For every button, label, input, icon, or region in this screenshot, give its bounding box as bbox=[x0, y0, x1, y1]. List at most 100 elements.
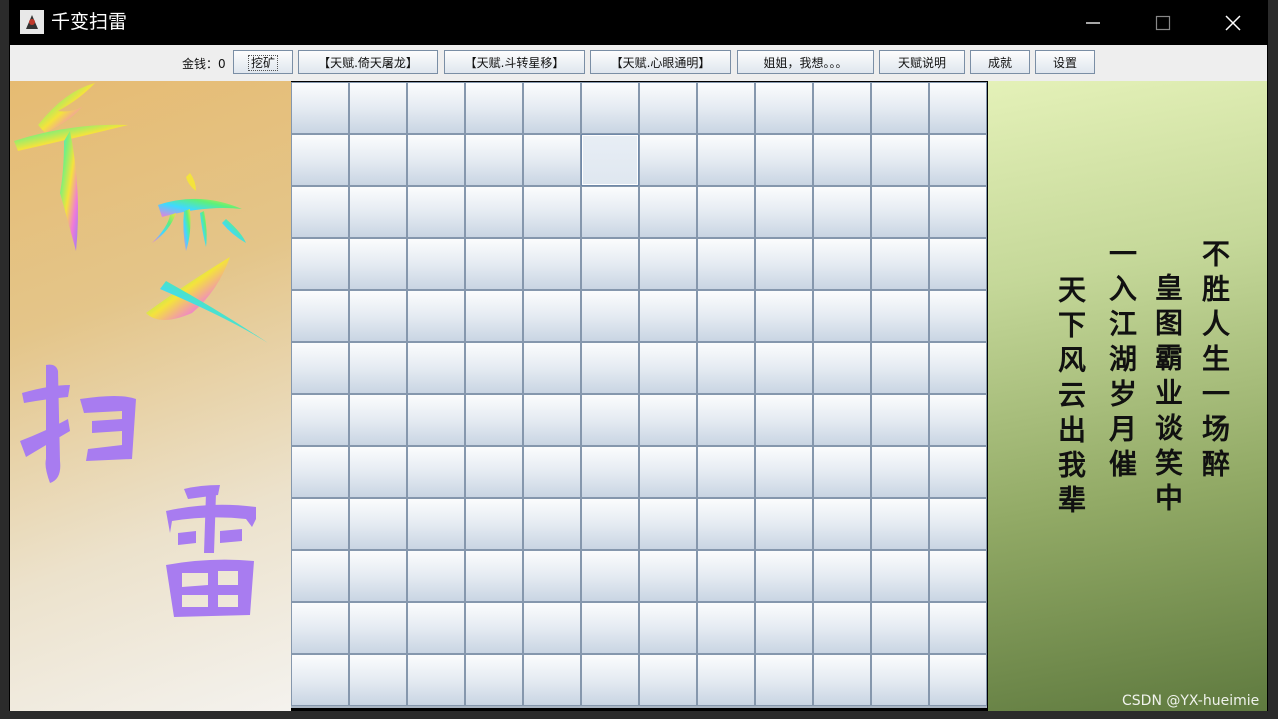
mine-cell[interactable] bbox=[523, 602, 581, 654]
mine-cell[interactable] bbox=[291, 550, 349, 602]
mine-cell[interactable] bbox=[929, 238, 987, 290]
mine-cell[interactable] bbox=[639, 82, 697, 134]
mine-cell[interactable] bbox=[465, 82, 523, 134]
mine-cell[interactable] bbox=[929, 446, 987, 498]
mine-cell[interactable] bbox=[465, 446, 523, 498]
mine-cell[interactable] bbox=[407, 446, 465, 498]
mine-cell[interactable] bbox=[697, 238, 755, 290]
mine-cell[interactable] bbox=[929, 602, 987, 654]
mine-cell[interactable] bbox=[697, 654, 755, 706]
mine-cell[interactable] bbox=[871, 550, 929, 602]
mine-cell[interactable] bbox=[813, 550, 871, 602]
mine-cell[interactable] bbox=[523, 134, 581, 186]
mine-cell[interactable] bbox=[813, 238, 871, 290]
mine-cell[interactable] bbox=[755, 654, 813, 706]
mine-cell[interactable] bbox=[639, 290, 697, 342]
mine-cell[interactable] bbox=[523, 82, 581, 134]
mine-cell[interactable] bbox=[639, 186, 697, 238]
mine-cell[interactable] bbox=[349, 394, 407, 446]
mine-cell[interactable] bbox=[291, 446, 349, 498]
mine-cell[interactable] bbox=[407, 550, 465, 602]
mine-cell[interactable] bbox=[465, 342, 523, 394]
mine-cell[interactable] bbox=[755, 238, 813, 290]
talent-help-button[interactable]: 天赋说明 bbox=[879, 50, 965, 74]
mine-cell[interactable] bbox=[523, 186, 581, 238]
mine-cell[interactable] bbox=[523, 394, 581, 446]
mine-cell[interactable] bbox=[523, 498, 581, 550]
mine-cell[interactable] bbox=[291, 602, 349, 654]
maximize-button[interactable] bbox=[1128, 0, 1198, 45]
mine-cell[interactable] bbox=[871, 394, 929, 446]
mine-cell[interactable] bbox=[349, 342, 407, 394]
mine-cell[interactable] bbox=[291, 134, 349, 186]
mine-cell[interactable] bbox=[697, 446, 755, 498]
mine-cell[interactable] bbox=[697, 82, 755, 134]
mine-cell[interactable] bbox=[697, 290, 755, 342]
mine-cell[interactable] bbox=[929, 498, 987, 550]
mine-cell[interactable] bbox=[465, 290, 523, 342]
mine-cell[interactable] bbox=[581, 602, 639, 654]
sister-wish-button[interactable]: 姐姐，我想。。。 bbox=[737, 50, 874, 74]
mine-cell[interactable] bbox=[465, 394, 523, 446]
mine-cell[interactable] bbox=[813, 602, 871, 654]
mine-cell[interactable] bbox=[813, 394, 871, 446]
mine-cell[interactable] bbox=[813, 654, 871, 706]
mine-cell[interactable] bbox=[755, 290, 813, 342]
mine-cell[interactable] bbox=[523, 654, 581, 706]
mine-cell[interactable] bbox=[639, 238, 697, 290]
mine-cell[interactable] bbox=[349, 602, 407, 654]
mine-cell[interactable] bbox=[407, 498, 465, 550]
mine-cell[interactable] bbox=[581, 498, 639, 550]
mine-cell[interactable] bbox=[697, 342, 755, 394]
mine-cell[interactable] bbox=[291, 186, 349, 238]
mine-cell[interactable] bbox=[871, 446, 929, 498]
mine-cell[interactable] bbox=[813, 446, 871, 498]
mine-cell[interactable] bbox=[581, 394, 639, 446]
mine-cell[interactable] bbox=[697, 134, 755, 186]
mine-cell[interactable] bbox=[581, 550, 639, 602]
mine-cell[interactable] bbox=[465, 186, 523, 238]
mine-cell[interactable] bbox=[349, 238, 407, 290]
mine-cell[interactable] bbox=[813, 290, 871, 342]
mine-cell[interactable] bbox=[291, 290, 349, 342]
mine-cell[interactable] bbox=[407, 134, 465, 186]
mine-cell[interactable] bbox=[465, 602, 523, 654]
mine-cell[interactable] bbox=[929, 290, 987, 342]
mine-cell[interactable] bbox=[813, 498, 871, 550]
mine-cell[interactable] bbox=[349, 134, 407, 186]
mine-cell[interactable] bbox=[523, 446, 581, 498]
mine-cell[interactable] bbox=[639, 654, 697, 706]
mine-cell[interactable] bbox=[929, 186, 987, 238]
mine-cell[interactable] bbox=[929, 394, 987, 446]
mine-cell[interactable] bbox=[755, 602, 813, 654]
mine-cell[interactable] bbox=[581, 654, 639, 706]
mine-cell[interactable] bbox=[755, 498, 813, 550]
mine-cell[interactable] bbox=[871, 82, 929, 134]
mine-cell[interactable] bbox=[523, 550, 581, 602]
settings-button[interactable]: 设置 bbox=[1035, 50, 1095, 74]
mine-cell[interactable] bbox=[755, 394, 813, 446]
minimize-button[interactable] bbox=[1058, 0, 1128, 45]
mine-cell[interactable] bbox=[929, 550, 987, 602]
mine-cell[interactable] bbox=[349, 550, 407, 602]
mine-cell[interactable] bbox=[349, 186, 407, 238]
mine-cell[interactable] bbox=[581, 238, 639, 290]
mine-cell[interactable] bbox=[349, 654, 407, 706]
mine-cell[interactable] bbox=[291, 498, 349, 550]
mine-cell[interactable] bbox=[697, 498, 755, 550]
talent-xinyan-tongming-button[interactable]: 【天赋.心眼通明】 bbox=[590, 50, 731, 74]
mine-cell[interactable] bbox=[871, 342, 929, 394]
mine-cell[interactable] bbox=[581, 290, 639, 342]
title-bar[interactable]: 千变扫雷 bbox=[9, 0, 1268, 45]
mine-cell[interactable] bbox=[581, 446, 639, 498]
mine-cell[interactable] bbox=[813, 186, 871, 238]
mine-cell[interactable] bbox=[523, 342, 581, 394]
mine-cell[interactable] bbox=[871, 134, 929, 186]
mine-cell[interactable] bbox=[407, 602, 465, 654]
mine-cell[interactable] bbox=[639, 394, 697, 446]
mine-cell[interactable] bbox=[755, 342, 813, 394]
mine-cell[interactable] bbox=[407, 186, 465, 238]
mine-cell[interactable] bbox=[581, 342, 639, 394]
mine-cell[interactable] bbox=[755, 186, 813, 238]
mine-cell[interactable] bbox=[813, 82, 871, 134]
